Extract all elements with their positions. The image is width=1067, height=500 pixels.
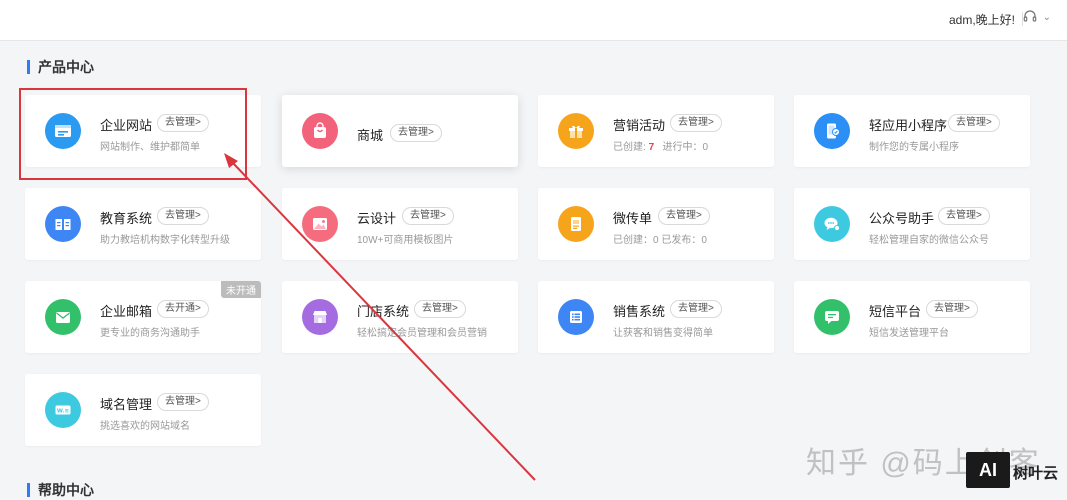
red-arrow-annotation xyxy=(224,153,536,481)
logo-text: 树叶云 xyxy=(1013,465,1059,482)
logo-mark: AI xyxy=(966,452,1010,488)
